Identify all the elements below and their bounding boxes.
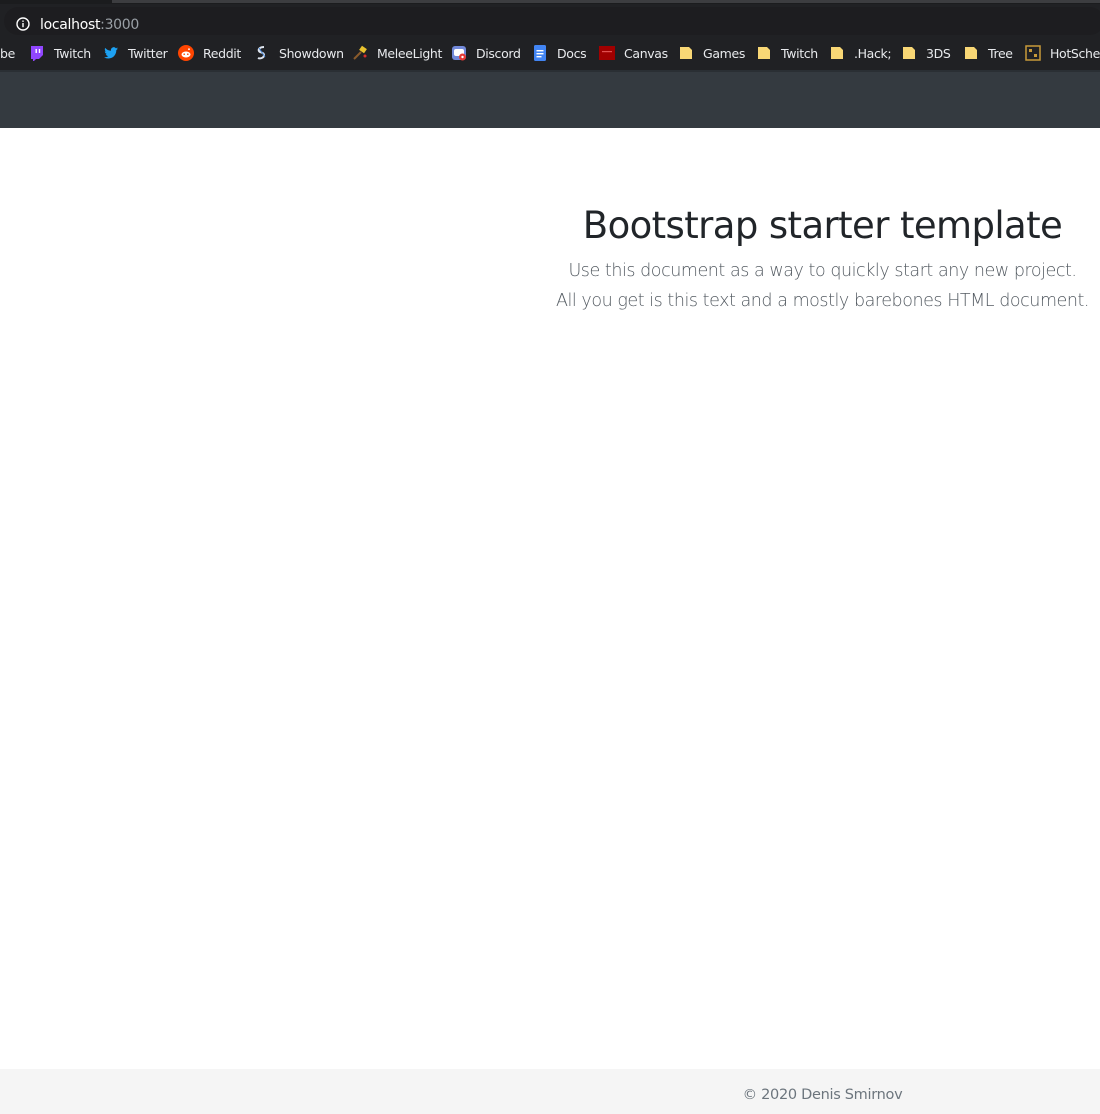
bookmark-meleelight[interactable]: MeleeLight [352, 36, 442, 70]
bookmark-label: Docs [557, 45, 587, 61]
bookmarks-bar: be Twitch Twitter Reddit Showdown MeleeL… [0, 36, 1100, 70]
bookmark-twitter[interactable]: Twitter [103, 36, 168, 70]
showdown-icon [257, 46, 266, 60]
bookmark-label: Canvas [624, 45, 668, 61]
bookmark-folder-hack[interactable]: .Hack; [829, 36, 892, 70]
page-footer: © 2020 Denis Smirnov [0, 1069, 1100, 1114]
bookmark-reddit[interactable]: Reddit [178, 36, 241, 70]
folder-icon [965, 47, 977, 59]
folder-icon [903, 47, 915, 59]
bookmark-twitch[interactable]: Twitch [29, 36, 91, 70]
lead-text-line-2: All you get is this text and a mostly ba… [555, 291, 1090, 311]
twitter-icon [104, 47, 118, 59]
twitch-icon [31, 46, 43, 61]
bookmark-label: Twitch [781, 45, 818, 61]
page-title: Bootstrap starter template [582, 204, 1063, 247]
bookmark-label: Twitch [54, 45, 91, 61]
bookmark-canvas[interactable]: Canvas [599, 36, 668, 70]
bookmark-label: HotSched [1050, 45, 1100, 61]
url-text[interactable]: localhost:3000 [40, 17, 139, 33]
discord-icon [452, 46, 466, 61]
info-icon[interactable] [16, 17, 30, 31]
docs-icon [534, 45, 546, 61]
footer-copyright: © 2020 Denis Smirnov [742, 1087, 903, 1103]
reddit-icon [178, 45, 194, 61]
browser-address-bar: localhost:3000 [0, 4, 1100, 36]
canvas-icon [599, 46, 615, 60]
bookmark-label: Showdown [279, 45, 344, 61]
navbar-divider [0, 70, 1100, 72]
bookmark-label: .Hack; [854, 45, 892, 61]
folder-icon [831, 47, 843, 59]
meleelight-icon [353, 45, 367, 60]
page-navbar [0, 70, 1100, 128]
bookmark-discord[interactable]: Discord [451, 36, 521, 70]
folder-icon [680, 47, 692, 59]
url-port: :3000 [100, 17, 140, 33]
bookmark-folder-tree[interactable]: Tree [963, 36, 1013, 70]
bookmark-youtube-cut[interactable]: be [0, 36, 15, 70]
omnibox[interactable]: localhost:3000 [4, 7, 1100, 35]
bookmark-hotsched[interactable]: HotSched [1025, 36, 1100, 70]
bookmark-label: 3DS [926, 45, 951, 61]
bookmark-docs[interactable]: Docs [532, 36, 587, 70]
browser-tab-edge [112, 0, 1100, 3]
bookmark-label: Reddit [203, 45, 241, 61]
hotsched-icon [1025, 45, 1041, 61]
lead-text-line-1: Use this document as a way to quickly st… [568, 261, 1077, 281]
bookmark-label: Tree [988, 45, 1013, 61]
url-host: localhost [40, 17, 101, 33]
bookmark-label: MeleeLight [377, 45, 443, 61]
bookmark-showdown[interactable]: Showdown [254, 36, 344, 70]
bookmark-folder-3ds[interactable]: 3DS [901, 36, 951, 70]
bookmark-folder-games[interactable]: Games [678, 36, 745, 70]
folder-icon [758, 47, 770, 59]
bookmark-label: Discord [476, 45, 521, 61]
bookmark-folder-twitch[interactable]: Twitch [756, 36, 818, 70]
bookmark-label: Games [703, 45, 745, 61]
starter-template: Bootstrap starter template Use this docu… [545, 196, 1100, 316]
bookmark-label: be [0, 45, 15, 61]
bookmark-label: Twitter [128, 45, 168, 61]
